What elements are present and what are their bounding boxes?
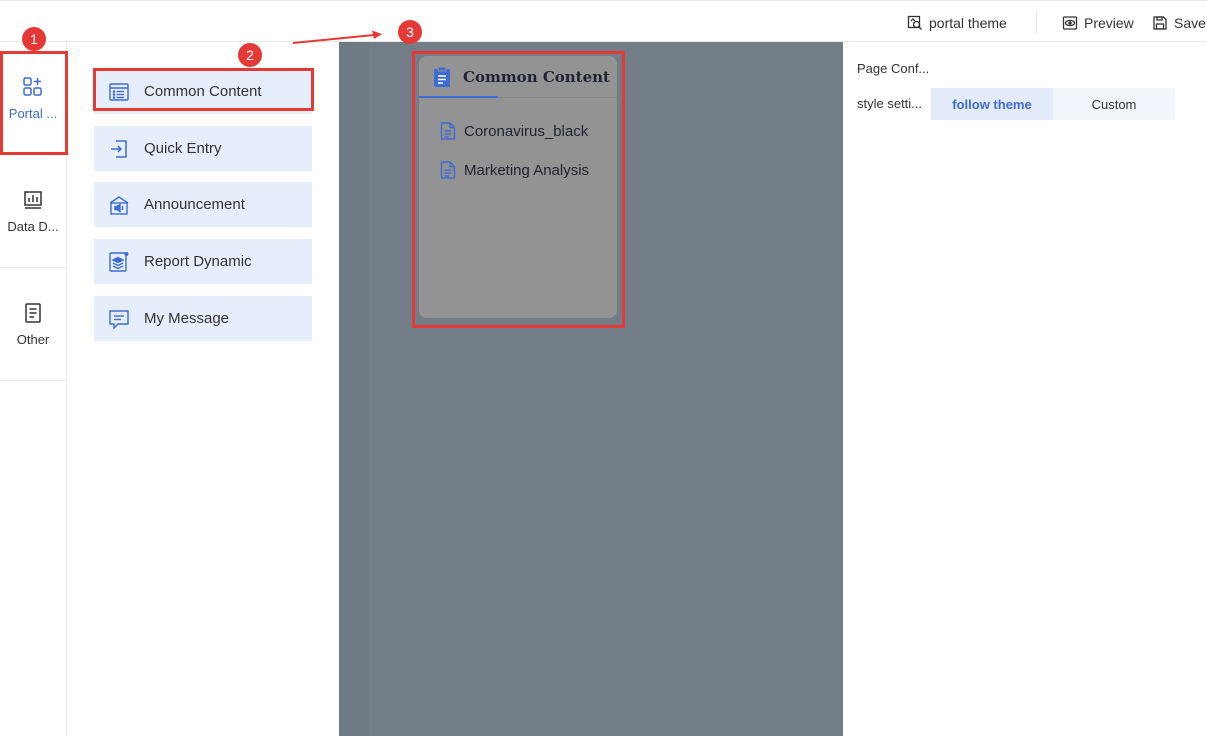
entry-icon: [111, 139, 127, 158]
rail-item-other[interactable]: Other: [0, 268, 66, 381]
preview-button[interactable]: Preview: [1062, 13, 1134, 33]
list-icon: [109, 82, 129, 101]
theme-icon: [907, 15, 922, 30]
save-icon: [1153, 16, 1167, 30]
top-toolbar: portal theme Preview Save: [0, 0, 1207, 42]
save-button[interactable]: Save: [1152, 13, 1206, 33]
annotation-arrow: [292, 30, 382, 44]
clipboard-icon: [434, 66, 450, 87]
component-label: Common Content: [144, 83, 262, 100]
announcement-icon: [109, 195, 129, 215]
component-report-dynamic[interactable]: Report Dynamic: [94, 239, 312, 284]
component-my-message[interactable]: My Message: [94, 296, 312, 341]
document-icon: [25, 302, 41, 323]
portal-theme-label: portal theme: [929, 15, 1007, 31]
step-badge-1: 1: [22, 27, 46, 51]
content-item-label: Marketing Analysis: [464, 161, 590, 179]
step-badge-2: 2: [238, 43, 262, 67]
component-quick-entry[interactable]: Quick Entry: [94, 126, 312, 171]
rail-item-label: Data D...: [7, 218, 59, 234]
file-icon: [440, 122, 456, 140]
widget-title: Common Content: [463, 67, 610, 86]
design-canvas[interactable]: Common Content Coronavirus_black Marketi…: [339, 42, 843, 736]
page-config-label: Page Conf...: [857, 61, 930, 76]
custom-option[interactable]: Custom: [1053, 88, 1175, 120]
component-announcement[interactable]: Announcement: [94, 182, 312, 227]
chart-icon: [24, 190, 42, 209]
layers-icon: [109, 251, 129, 272]
component-label: Announcement: [144, 196, 245, 213]
message-icon: [109, 309, 129, 330]
preview-label: Preview: [1084, 15, 1134, 31]
category-rail: Portal ... Data D... Other: [0, 42, 67, 736]
content-item[interactable]: Coronavirus_black: [440, 120, 588, 142]
file-icon: [440, 161, 456, 179]
eye-icon: [1062, 16, 1078, 30]
save-label: Save: [1174, 15, 1206, 31]
style-segmented-control: follow theme Custom: [931, 88, 1175, 120]
settings-panel: Page Conf... style setti... follow theme…: [843, 42, 1207, 736]
follow-theme-option[interactable]: follow theme: [931, 88, 1053, 120]
widget-title-underline: [419, 96, 498, 98]
rail-item-data[interactable]: Data D...: [0, 155, 66, 268]
style-settings-label: style setti...: [857, 96, 923, 111]
rail-item-portal[interactable]: Portal ...: [0, 42, 66, 155]
component-list: Common Content Quick Entry Announcement …: [67, 42, 339, 736]
component-label: Quick Entry: [144, 140, 222, 157]
step-badge-3: 3: [398, 20, 422, 44]
content-item-label: Coronavirus_black: [464, 122, 589, 140]
rail-item-label: Other: [16, 331, 50, 347]
rail-item-label: Portal ...: [8, 105, 58, 121]
component-label: My Message: [144, 310, 230, 327]
common-content-widget[interactable]: Common Content Coronavirus_black Marketi…: [419, 56, 617, 318]
component-common-content[interactable]: Common Content: [94, 69, 312, 114]
toolbar-divider: [1036, 11, 1037, 33]
widget-header: Common Content: [419, 56, 617, 98]
canvas-edge: [339, 42, 369, 736]
apps-add-icon: [23, 76, 42, 96]
content-item[interactable]: Marketing Analysis: [440, 159, 589, 181]
component-label: Report Dynamic: [144, 253, 252, 270]
portal-theme-button[interactable]: portal theme: [907, 13, 1007, 33]
